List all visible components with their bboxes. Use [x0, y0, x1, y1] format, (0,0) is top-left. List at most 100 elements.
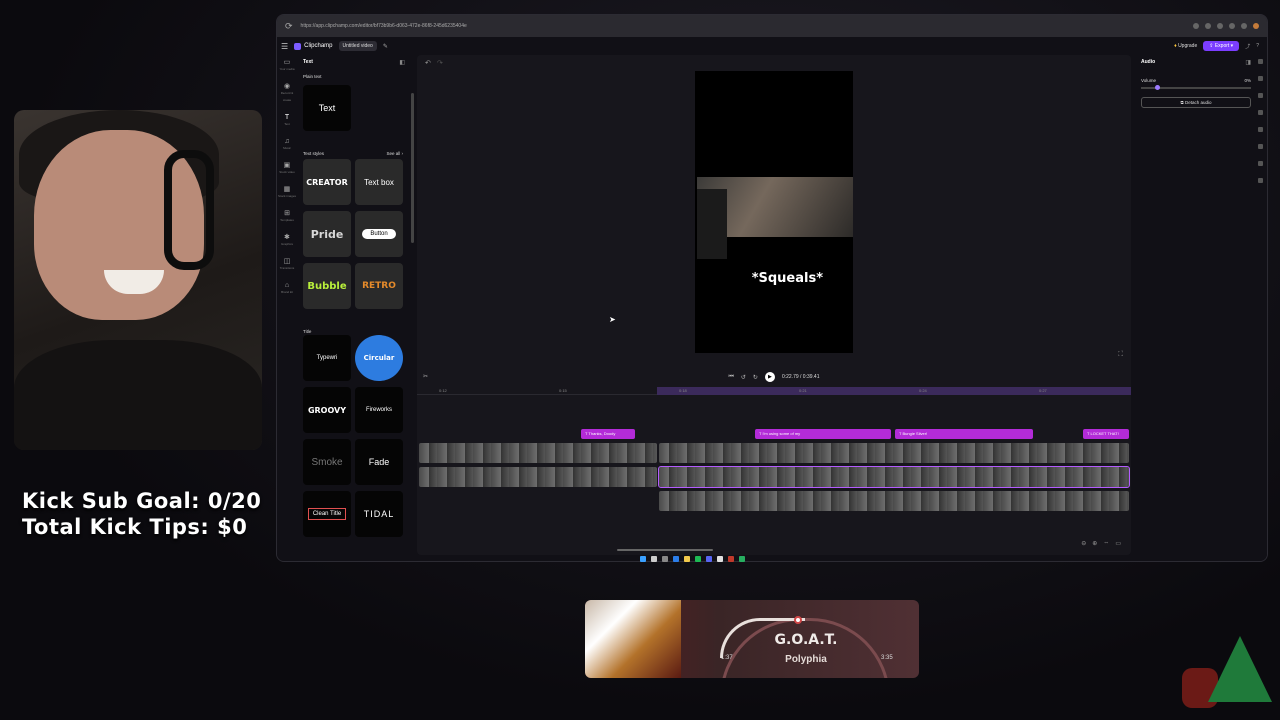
- volume-slider[interactable]: [1141, 85, 1251, 90]
- detach-audio-button[interactable]: ⧉ Detach audio: [1141, 97, 1251, 108]
- topbar-actions: ♦ Upgrade ⇪ Export ▾ ⤴ ?: [1174, 41, 1259, 51]
- title-tile-circular[interactable]: Circular: [355, 335, 403, 381]
- style-tile-pride[interactable]: Pride: [303, 211, 351, 257]
- style-tile-bubble[interactable]: Bubble: [303, 263, 351, 309]
- spotify-icon[interactable]: [695, 556, 701, 562]
- collapse-properties-icon[interactable]: ◨: [1245, 59, 1251, 66]
- caption-clip[interactable]: T Bungie Silver!: [895, 429, 1033, 439]
- plain-text-tile[interactable]: Text: [303, 85, 351, 131]
- nav-label: Transitions: [279, 266, 295, 270]
- volume-value: 0%: [1244, 78, 1251, 83]
- upgrade-button[interactable]: ♦ Upgrade: [1174, 43, 1197, 49]
- headset-icon: [164, 150, 214, 270]
- video-clip[interactable]: [659, 443, 1129, 463]
- nav-music[interactable]: ♫ Music: [283, 138, 291, 152]
- title-tile-fade[interactable]: Fade: [355, 439, 403, 485]
- title-tile-typewriter[interactable]: Typewri: [303, 335, 351, 381]
- nav-stock-images[interactable]: ▦ Stock images: [278, 186, 296, 200]
- timeline-ruler[interactable]: 0:12 0:15 0:18 0:21 0:24 0:27: [417, 387, 1131, 395]
- taskview-icon[interactable]: [662, 556, 668, 562]
- timeline-scrollbar[interactable]: [617, 549, 713, 551]
- caption-clip[interactable]: T Thanks, Doody: [581, 429, 635, 439]
- stream-goals: Kick Sub Goal: 0/20 Total Kick Tips: $0: [22, 488, 261, 540]
- title-tile-fireworks[interactable]: Fireworks: [355, 387, 403, 433]
- panel-scrollbar[interactable]: [411, 93, 414, 243]
- title-tile-tidal[interactable]: TIDAL: [355, 491, 403, 537]
- filters-icon[interactable]: [1257, 110, 1263, 115]
- app-icon[interactable]: [739, 556, 745, 562]
- edge-icon[interactable]: [673, 556, 679, 562]
- speed-icon[interactable]: [1257, 161, 1263, 166]
- fade-icon[interactable]: [1257, 93, 1263, 98]
- properties-tab[interactable]: Audio: [1141, 59, 1155, 66]
- title-tile-smoke[interactable]: Smoke: [303, 439, 351, 485]
- see-all-link[interactable]: See all ›: [386, 151, 403, 156]
- title-tile-groovy[interactable]: GROOVY: [303, 387, 351, 433]
- extension-icon[interactable]: [1241, 23, 1247, 29]
- title-tile-clean-title[interactable]: Clean Title: [303, 491, 351, 537]
- url-text[interactable]: https://app.clipchamp.com/editor/bf73b9b…: [301, 23, 1185, 29]
- video-clip[interactable]: [419, 467, 657, 487]
- video-clip[interactable]: [419, 443, 657, 463]
- caption-clip[interactable]: T I'm using some of my: [755, 429, 891, 439]
- nav-record[interactable]: ◉ Record & create: [277, 83, 297, 104]
- magic-icon[interactable]: ✎: [383, 43, 388, 50]
- selected-video-clip[interactable]: [658, 466, 1130, 488]
- app-logo: Clipchamp: [294, 42, 333, 50]
- project-name-field[interactable]: Untitled video: [338, 41, 377, 51]
- fit-icon[interactable]: ⇔: [1103, 540, 1109, 547]
- nav-text[interactable]: T Text: [284, 114, 290, 128]
- profile-icon[interactable]: [1253, 23, 1259, 29]
- nav-stock-video[interactable]: ▣ Stock video: [279, 162, 295, 176]
- start-icon[interactable]: [640, 556, 646, 562]
- caption-clip[interactable]: T LOCKET THAT!: [1083, 429, 1129, 439]
- audio-icon[interactable]: [1257, 76, 1263, 81]
- fullscreen-icon[interactable]: ⛶: [1118, 351, 1123, 359]
- undo-icon[interactable]: ↶: [425, 59, 431, 67]
- style-tile-retro[interactable]: RETRO: [355, 263, 403, 309]
- style-tile-text-box[interactable]: Text box: [355, 159, 403, 205]
- extension-icon[interactable]: [1205, 23, 1211, 29]
- video-preview[interactable]: *Squeals*: [695, 71, 853, 353]
- nav-transitions[interactable]: ◫ Transitions: [280, 258, 295, 272]
- style-tile-button[interactable]: Button: [355, 211, 403, 257]
- effects-icon[interactable]: [1257, 127, 1263, 132]
- templates-icon: ⊞: [284, 210, 290, 217]
- zoom-out-icon[interactable]: ⊖: [1081, 540, 1086, 547]
- nav-graphics[interactable]: ✱ Graphics: [281, 234, 293, 248]
- forward-icon[interactable]: ↻: [753, 374, 758, 381]
- captions-icon[interactable]: [1257, 59, 1263, 64]
- reload-icon[interactable]: ⟳: [285, 21, 293, 32]
- nav-label: Templates: [280, 218, 294, 222]
- collapse-panel-icon[interactable]: ◧: [399, 59, 405, 66]
- help-icon[interactable]: ?: [1256, 43, 1259, 49]
- nav-your-media[interactable]: ▭ Your media: [279, 59, 294, 73]
- zoom-in-icon[interactable]: ⊕: [1092, 540, 1097, 547]
- share-icon[interactable]: ⤴: [1245, 43, 1250, 50]
- color-icon[interactable]: [1257, 144, 1263, 149]
- nav-templates[interactable]: ⊞ Templates: [280, 210, 294, 224]
- nav-brand-kit[interactable]: ⌂ Brand kit: [281, 282, 293, 296]
- app-icon[interactable]: [728, 556, 734, 562]
- expand-icon[interactable]: ▭: [1115, 540, 1121, 547]
- crown-icon: ♦: [1174, 43, 1177, 49]
- caption-clip-label: LOCKET THAT!: [1090, 431, 1119, 436]
- rewind-icon[interactable]: ↺: [741, 374, 746, 381]
- redo-icon[interactable]: ↷: [437, 59, 443, 67]
- extension-icon[interactable]: [1193, 23, 1199, 29]
- extension-icon[interactable]: [1229, 23, 1235, 29]
- transition-icon[interactable]: [1257, 178, 1263, 183]
- export-button[interactable]: ⇪ Export ▾: [1203, 41, 1240, 51]
- volume-slider-thumb[interactable]: [1155, 85, 1160, 90]
- explorer-icon[interactable]: [684, 556, 690, 562]
- play-button[interactable]: ▶: [764, 372, 775, 382]
- search-icon[interactable]: [651, 556, 657, 562]
- app-icon[interactable]: [717, 556, 723, 562]
- skip-back-icon[interactable]: ⏮: [728, 374, 733, 381]
- style-tile-creator[interactable]: CREATOR: [303, 159, 351, 205]
- extension-icon[interactable]: [1217, 23, 1223, 29]
- video-clip[interactable]: [659, 491, 1129, 511]
- hamburger-menu-icon[interactable]: ☰: [281, 42, 288, 51]
- discord-icon[interactable]: [706, 556, 712, 562]
- mouse-cursor-icon: ➤: [609, 315, 616, 324]
